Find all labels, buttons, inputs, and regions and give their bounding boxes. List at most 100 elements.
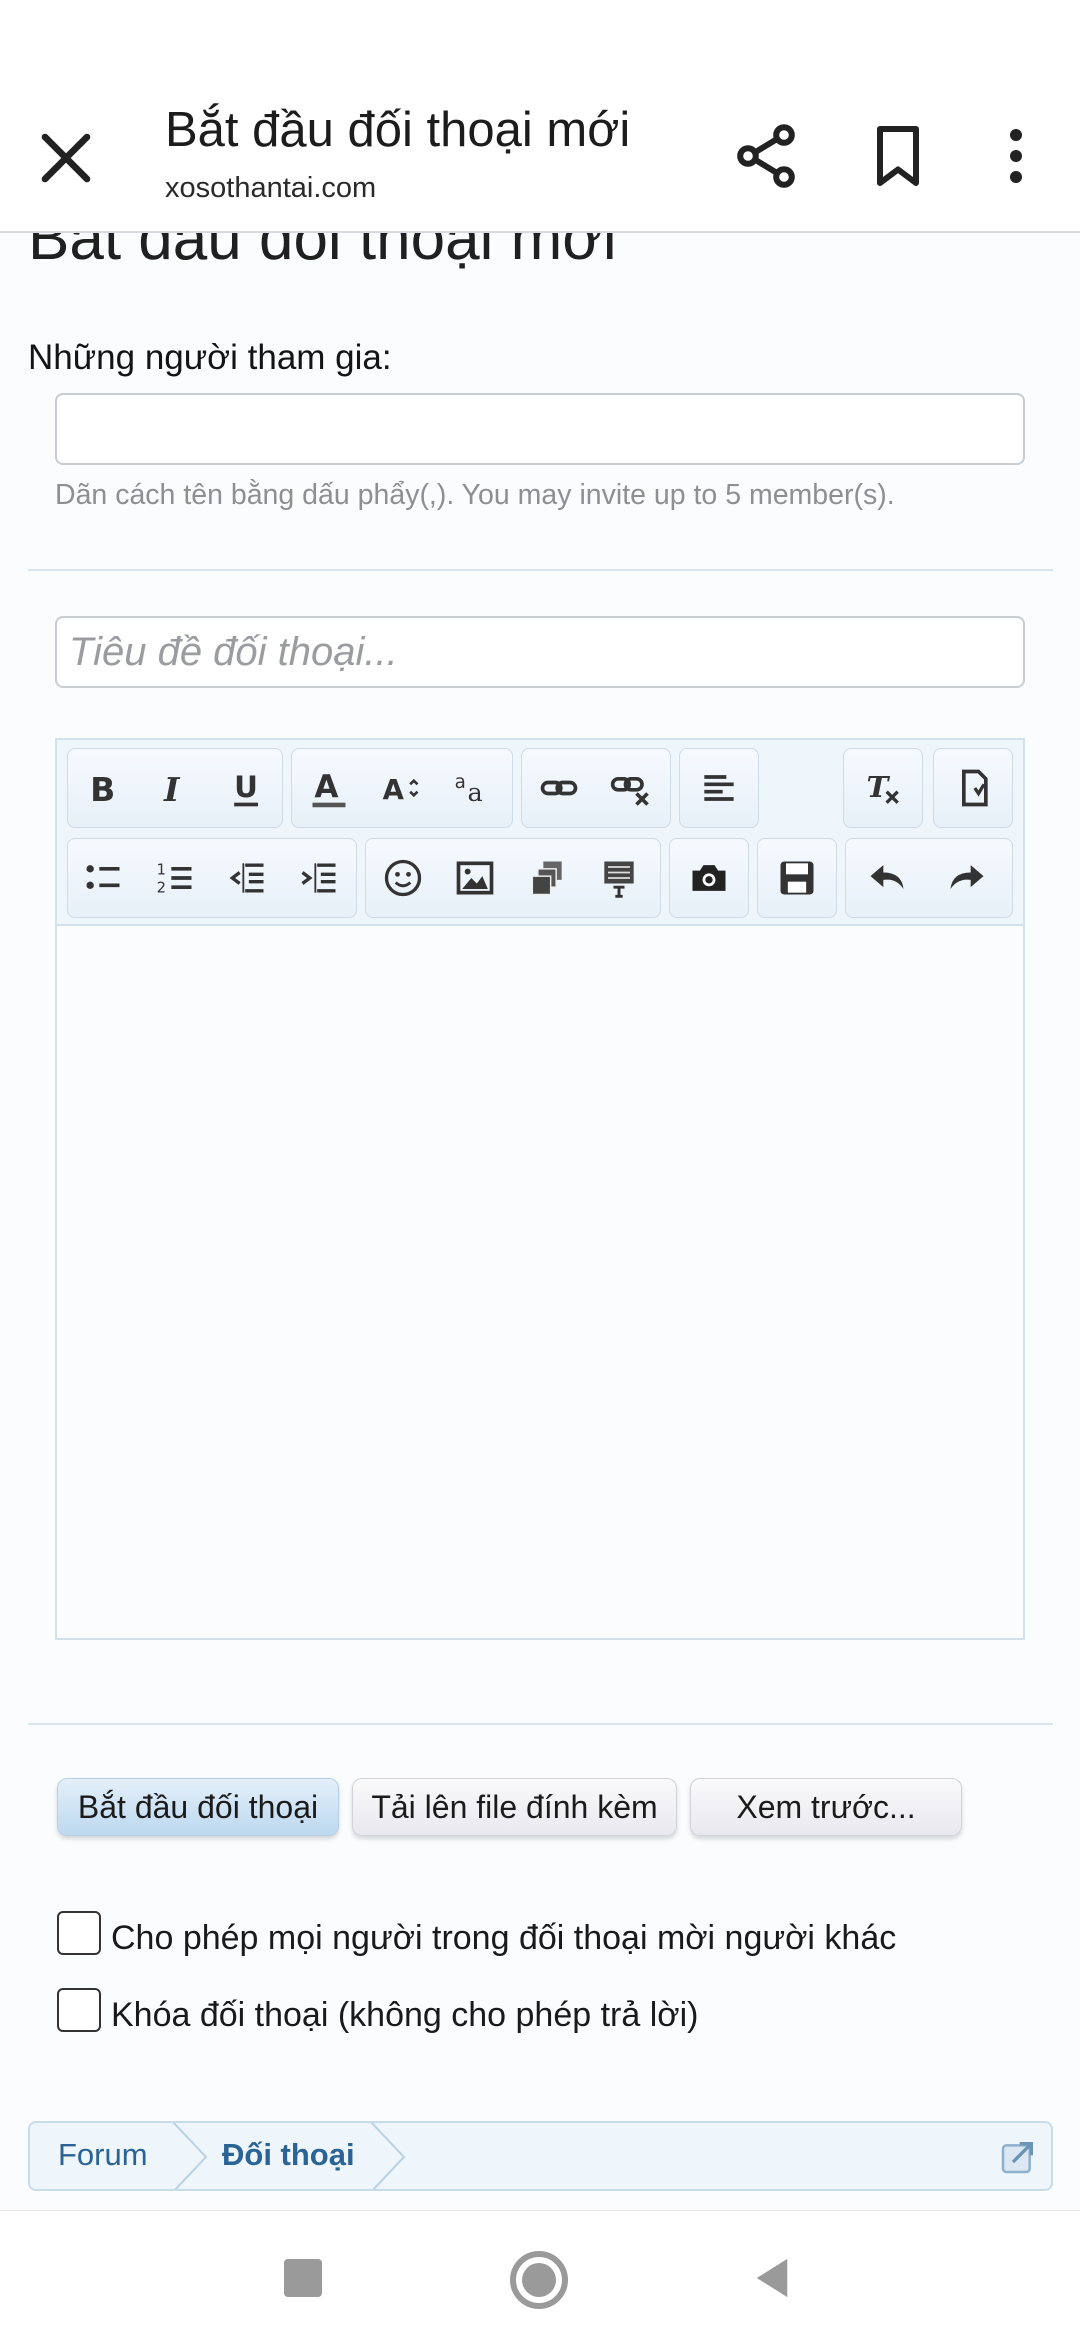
redo-icon bbox=[950, 865, 984, 889]
external-link-icon[interactable] bbox=[998, 2137, 1038, 2177]
save-icon bbox=[780, 861, 814, 895]
svg-text:a: a bbox=[468, 778, 483, 808]
font-color-icon: A bbox=[312, 769, 346, 808]
insert-group bbox=[365, 838, 661, 918]
paste-text-icon bbox=[962, 769, 988, 807]
smiley-icon bbox=[384, 859, 422, 897]
font-family-button[interactable]: aa bbox=[442, 755, 504, 821]
insert-quote-button[interactable] bbox=[588, 845, 650, 911]
unlink-icon bbox=[610, 777, 649, 806]
more-vert-icon bbox=[1010, 129, 1022, 183]
svg-text:I: I bbox=[163, 770, 181, 809]
svg-text:1: 1 bbox=[157, 861, 166, 878]
underline-button[interactable]: U bbox=[216, 755, 278, 821]
indent-icon bbox=[301, 863, 336, 893]
divider bbox=[28, 569, 1053, 571]
italic-button[interactable]: I bbox=[144, 755, 206, 821]
unlink-button[interactable] bbox=[600, 755, 662, 821]
align-left-icon bbox=[704, 775, 734, 801]
italic-icon: I bbox=[163, 770, 181, 809]
back-icon[interactable] bbox=[752, 2257, 792, 2299]
more-options-button[interactable] bbox=[980, 120, 1052, 192]
bullet-list-button[interactable] bbox=[72, 845, 134, 911]
align-group bbox=[679, 748, 759, 828]
page-content: Bắt đầu đối thoại mới Những người tham g… bbox=[0, 233, 1080, 2210]
participants-input[interactable] bbox=[55, 393, 1025, 465]
browser-top-bar: Bắt đầu đối thoại mới xosothantai.com bbox=[0, 80, 1080, 233]
bold-button[interactable]: B bbox=[72, 755, 134, 821]
history-group bbox=[845, 838, 1013, 918]
status-bar bbox=[0, 0, 1080, 80]
align-button[interactable] bbox=[688, 755, 750, 821]
page-url: xosothantai.com bbox=[165, 172, 377, 204]
bookmark-icon bbox=[877, 126, 919, 186]
tab-title: Bắt đầu đối thoại mới bbox=[165, 103, 631, 157]
font-family-icon: aa bbox=[455, 772, 483, 808]
paste-group bbox=[933, 748, 1013, 828]
share-button[interactable] bbox=[730, 120, 802, 192]
outdent-button[interactable] bbox=[216, 845, 278, 911]
remove-format-group: T bbox=[843, 748, 923, 828]
page-title: Bắt đầu đối thoại mới bbox=[28, 233, 617, 273]
breadcrumb-chevron-icon bbox=[370, 2123, 406, 2189]
undo-button[interactable] bbox=[856, 845, 918, 911]
message-text-area[interactable] bbox=[57, 928, 1023, 1638]
upload-attachment-button[interactable]: Tải lên file đính kèm bbox=[352, 1778, 677, 1836]
font-size-button[interactable]: A bbox=[370, 755, 432, 821]
redo-button[interactable] bbox=[936, 845, 998, 911]
svg-text:B: B bbox=[90, 770, 115, 809]
undo-icon bbox=[870, 865, 904, 889]
indent-button[interactable] bbox=[288, 845, 350, 911]
divider bbox=[28, 1723, 1053, 1725]
camera-button[interactable] bbox=[678, 845, 740, 911]
smiley-button[interactable] bbox=[372, 845, 434, 911]
share-icon bbox=[737, 124, 795, 188]
camera-group bbox=[669, 838, 749, 918]
save-draft-button[interactable] bbox=[766, 845, 828, 911]
svg-text:T: T bbox=[867, 769, 891, 804]
font-color-button[interactable]: A bbox=[298, 755, 360, 821]
participants-hint: Dãn cách tên bằng dấu phẩy(,). You may i… bbox=[55, 479, 895, 511]
remove-format-icon: T bbox=[867, 769, 899, 804]
paste-text-button[interactable] bbox=[942, 755, 1004, 821]
svg-text:A: A bbox=[314, 769, 338, 805]
numbered-list-button[interactable]: 12 bbox=[144, 845, 206, 911]
lock-conversation-label[interactable]: Khóa đối thoại (không cho phép trả lời) bbox=[111, 1996, 698, 2035]
conversation-title-input[interactable] bbox=[55, 616, 1025, 688]
system-navigation-bar bbox=[0, 2210, 1080, 2340]
underline-icon: U bbox=[234, 770, 258, 807]
bookmark-button[interactable] bbox=[862, 120, 934, 192]
start-conversation-button[interactable]: Bắt đầu đối thoại bbox=[57, 1778, 339, 1836]
breadcrumb-forum[interactable]: Forum bbox=[58, 2137, 148, 2173]
breadcrumb-conversations[interactable]: Đối thoại bbox=[222, 2137, 355, 2173]
allow-invite-checkbox[interactable] bbox=[57, 1911, 101, 1955]
outdent-icon bbox=[229, 863, 264, 893]
svg-text:U: U bbox=[234, 770, 258, 804]
allow-invite-label[interactable]: Cho phép mọi người trong đối thoại mời n… bbox=[111, 1919, 896, 1958]
save-group bbox=[757, 838, 837, 918]
insert-link-button[interactable] bbox=[528, 755, 590, 821]
participants-label: Những người tham gia: bbox=[28, 338, 392, 377]
link-group bbox=[521, 748, 671, 828]
svg-text:A: A bbox=[383, 774, 405, 806]
text-style-group: B I U bbox=[67, 748, 283, 828]
insert-image-button[interactable] bbox=[444, 845, 506, 911]
breadcrumb: Forum Đối thoại bbox=[28, 2121, 1053, 2191]
remove-format-button[interactable]: T bbox=[852, 755, 914, 821]
font-group: A A aa bbox=[291, 748, 513, 828]
numbered-list-icon: 12 bbox=[157, 861, 192, 897]
preview-button[interactable]: Xem trước... bbox=[690, 1778, 962, 1836]
image-icon bbox=[456, 861, 494, 895]
lock-conversation-checkbox[interactable] bbox=[57, 1988, 101, 2032]
svg-text:2: 2 bbox=[157, 880, 166, 897]
close-icon bbox=[41, 133, 91, 183]
recent-apps-icon[interactable] bbox=[284, 2259, 322, 2297]
quote-icon bbox=[604, 861, 634, 898]
editor-toolbar: B I U A A aa T 1 2 bbox=[57, 740, 1023, 926]
home-icon[interactable] bbox=[510, 2251, 568, 2309]
link-icon bbox=[540, 780, 578, 796]
font-size-icon: A bbox=[383, 774, 419, 806]
insert-media-button[interactable] bbox=[516, 845, 578, 911]
close-button[interactable] bbox=[30, 122, 102, 194]
list-group: 12 bbox=[67, 838, 357, 918]
